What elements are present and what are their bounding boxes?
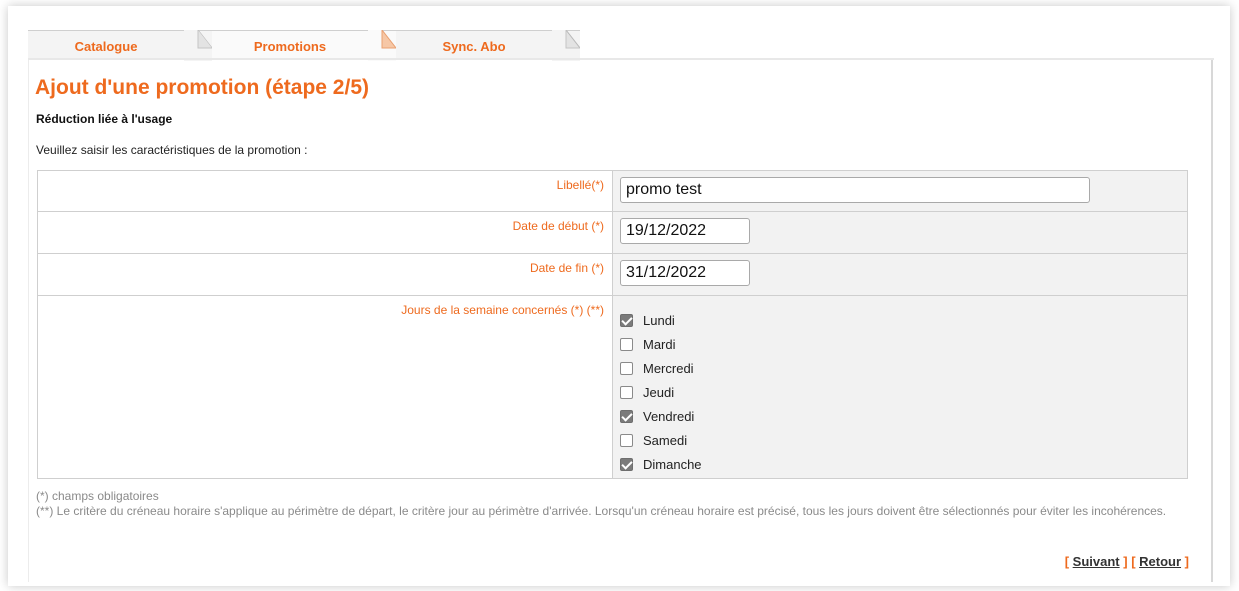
intro-text: Veuillez saisir les caractéristiques de … — [36, 143, 308, 157]
libelle-label: Libellé(*) — [38, 171, 613, 211]
section-subtitle: Réduction liée à l'usage — [36, 112, 173, 126]
promotion-form: Libellé(*) Date de début (*) Date de fin… — [37, 170, 1188, 479]
form-row-libelle: Libellé(*) — [38, 171, 1187, 212]
day-dimanche[interactable]: Dimanche — [620, 452, 1187, 476]
date-fin-label: Date de fin (*) — [38, 254, 613, 295]
jours-cell: Lundi Mardi Mercredi Jeudi Vendredi Same… — [613, 296, 1187, 478]
day-label: Lundi — [643, 312, 675, 328]
day-label: Vendredi — [643, 408, 695, 424]
form-row-jours: Jours de la semaine concernés (*) (**) L… — [38, 296, 1187, 478]
content-right-border — [1211, 60, 1213, 582]
tab-label: Catalogue — [74, 39, 138, 54]
day-checkbox[interactable] — [620, 385, 633, 399]
tab-promotions[interactable]: Promotions — [212, 30, 396, 61]
day-checkbox[interactable] — [620, 313, 633, 327]
date-debut-label: Date de début (*) — [38, 212, 613, 253]
bracket-open: [ — [1064, 554, 1073, 569]
next-link[interactable]: Suivant — [1073, 554, 1120, 569]
libelle-cell — [613, 171, 1187, 211]
day-label: Mercredi — [643, 360, 694, 376]
tab-underline — [28, 58, 1214, 60]
libelle-input[interactable] — [620, 177, 1090, 203]
back-link[interactable]: Retour — [1139, 554, 1181, 569]
tab-bar: Catalogue Promotions Sync. Abo — [28, 30, 598, 61]
day-mercredi[interactable]: Mercredi — [620, 356, 1187, 380]
day-label: Jeudi — [643, 384, 675, 400]
day-mardi[interactable]: Mardi — [620, 332, 1187, 356]
tab-fold-icon — [552, 30, 580, 61]
date-fin-input[interactable] — [620, 260, 750, 286]
tab-catalogue[interactable]: Catalogue — [28, 30, 212, 61]
form-notes: (*) champs obligatoires (**) Le critère … — [36, 489, 1186, 519]
form-row-date-fin: Date de fin (*) — [38, 254, 1187, 296]
day-label: Dimanche — [643, 456, 702, 472]
day-checkbox[interactable] — [620, 409, 633, 423]
day-label: Samedi — [643, 432, 688, 448]
date-fin-cell — [613, 254, 1187, 295]
jours-label: Jours de la semaine concernés (*) (**) — [38, 296, 613, 478]
bracket-close: ] — [1181, 554, 1189, 569]
date-debut-cell — [613, 212, 1187, 253]
day-checkbox[interactable] — [620, 457, 633, 471]
day-vendredi[interactable]: Vendredi — [620, 404, 1187, 428]
day-checkbox[interactable] — [620, 337, 633, 351]
tab-fold-icon — [184, 30, 212, 61]
bracket-open: [ — [1131, 554, 1140, 569]
bracket-close: ] — [1119, 554, 1128, 569]
day-checkbox[interactable] — [620, 433, 633, 447]
required-note: (*) champs obligatoires — [36, 489, 159, 503]
day-lundi[interactable]: Lundi — [620, 308, 1187, 332]
days-checkbox-list: Lundi Mardi Mercredi Jeudi Vendredi Same… — [620, 302, 1187, 476]
day-checkbox[interactable] — [620, 361, 633, 375]
day-jeudi[interactable]: Jeudi — [620, 380, 1187, 404]
form-actions: [ Suivant ] [ Retour ] — [1065, 554, 1189, 569]
content-left-border — [28, 60, 29, 582]
tab-label: Promotions — [253, 39, 327, 54]
page-title: Ajout d'une promotion (étape 2/5) — [35, 76, 369, 99]
tab-fold-icon — [368, 30, 396, 61]
tab-sync-abo[interactable]: Sync. Abo — [396, 30, 580, 61]
criteria-note: (**) Le critère du créneau horaire s'app… — [36, 504, 1167, 518]
day-label: Mardi — [643, 336, 676, 352]
day-samedi[interactable]: Samedi — [620, 428, 1187, 452]
tab-label: Sync. Abo — [442, 39, 506, 54]
date-debut-input[interactable] — [620, 218, 750, 244]
form-row-date-debut: Date de début (*) — [38, 212, 1187, 254]
